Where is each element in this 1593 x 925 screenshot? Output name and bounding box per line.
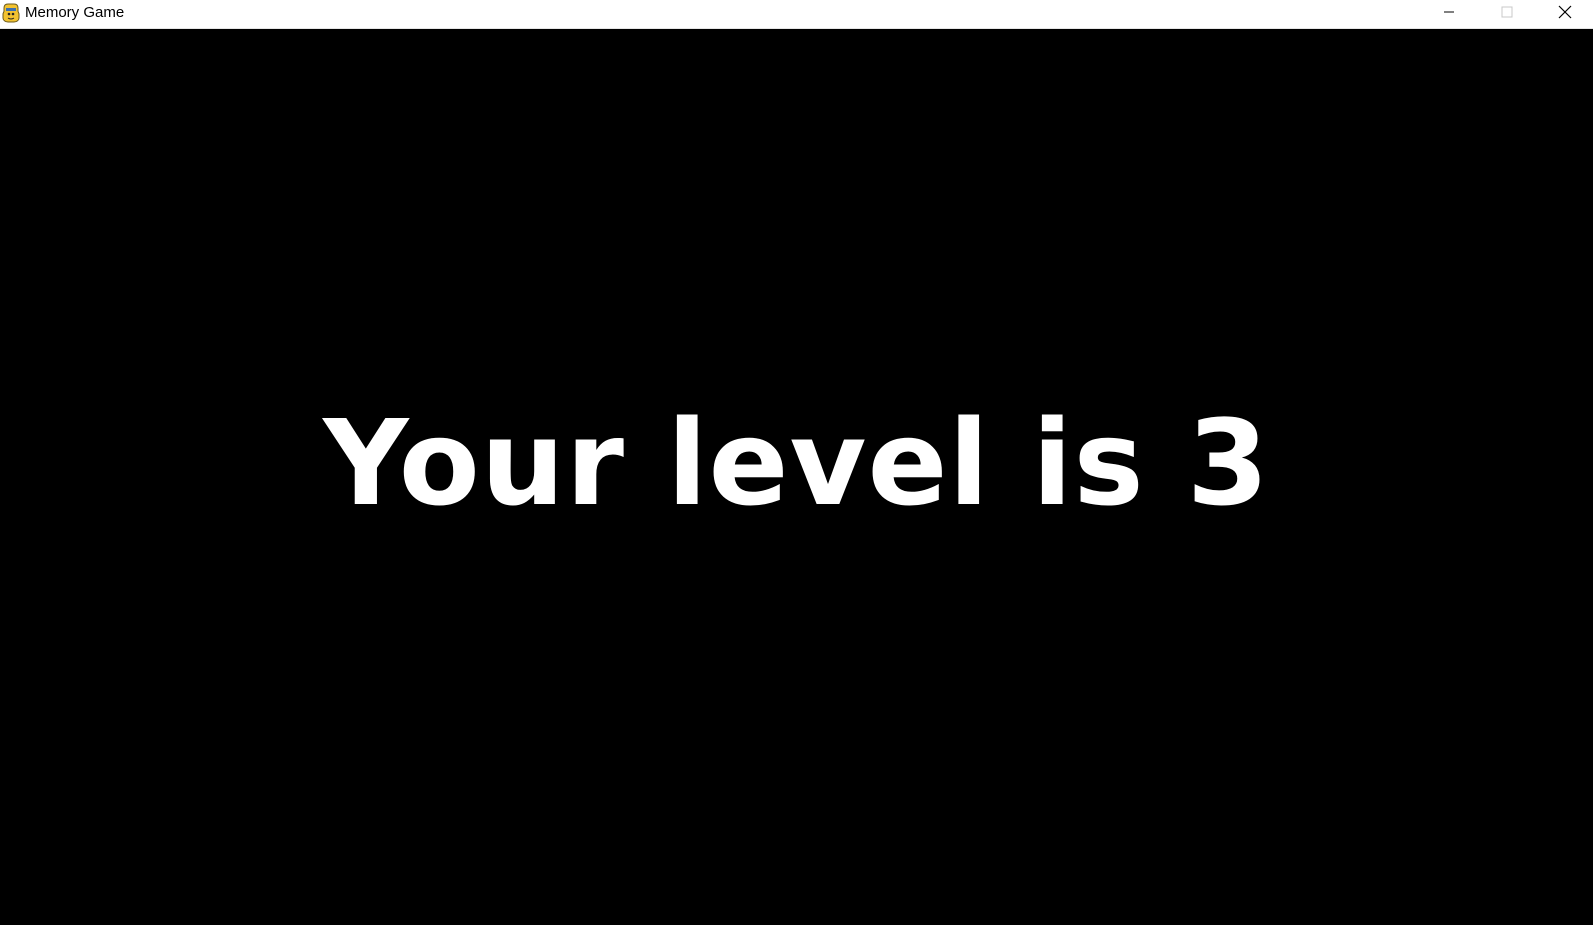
pygame-icon bbox=[2, 3, 20, 23]
game-canvas[interactable]: Your level is 3 bbox=[0, 29, 1593, 925]
window-title: Memory Game bbox=[25, 4, 125, 21]
close-icon bbox=[1558, 5, 1572, 24]
game-window: Memory Game Your level is 3 bbox=[0, 0, 1593, 925]
minimize-icon bbox=[1443, 5, 1455, 23]
minimize-button[interactable] bbox=[1420, 0, 1478, 28]
title-bar[interactable]: Memory Game bbox=[0, 0, 1593, 29]
maximize-icon bbox=[1501, 5, 1513, 23]
maximize-button[interactable] bbox=[1478, 0, 1536, 28]
level-message: Your level is 3 bbox=[323, 394, 1270, 532]
close-button[interactable] bbox=[1536, 0, 1593, 28]
